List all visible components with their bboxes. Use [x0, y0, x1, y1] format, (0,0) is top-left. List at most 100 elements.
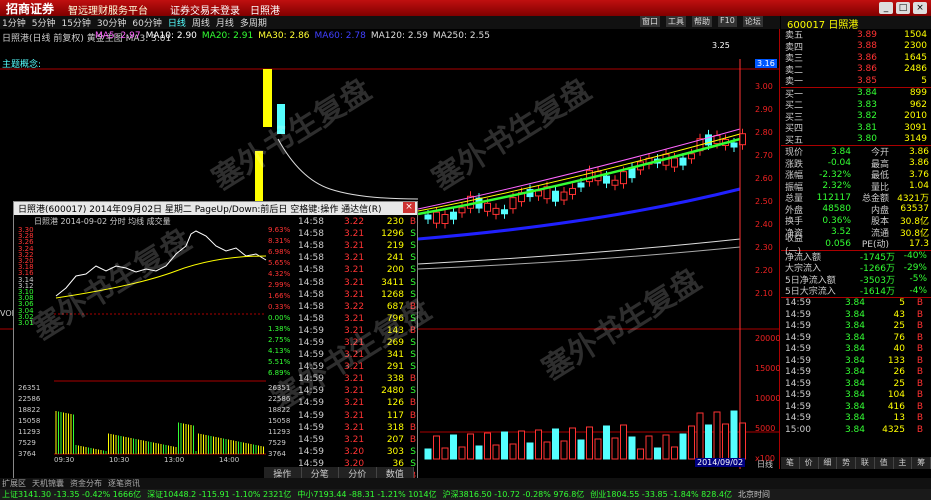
trade-time: 14:58 [298, 217, 324, 228]
stat-value: 30.8亿 [899, 228, 929, 239]
vol-bar [577, 439, 585, 460]
intraday-vol-tick: 18822 [18, 406, 41, 414]
period-3[interactable]: 30分钟 [97, 16, 126, 29]
stat-value: 3.76 [908, 169, 929, 180]
trade-vol: 200 [386, 265, 404, 276]
tick-price: 3.84 [844, 390, 865, 401]
status-tab-1[interactable]: 天机锦囊 [32, 478, 64, 489]
status-tab-3[interactable]: 逐笔资讯 [108, 478, 140, 489]
status-tab-0[interactable]: 扩展区 [2, 478, 26, 489]
quote-tab-5[interactable]: 值 [874, 457, 894, 469]
period-8[interactable]: 多周期 [240, 16, 267, 29]
stat-value: 3.52 [830, 227, 851, 238]
toolbar-btn-3[interactable]: F10 [718, 16, 737, 27]
index-item[interactable]: 创业1804.55 -33.85 -1.84% 828.4亿 [590, 489, 732, 500]
price-tick: 2.80 [755, 128, 773, 137]
index-item[interactable]: 深证10448.2 -115.91 -1.10% 2321亿 [147, 489, 291, 500]
ma5-line [417, 128, 741, 210]
ask-vol: 5 [921, 75, 927, 86]
toolbar-btn-2[interactable]: 帮助 [692, 16, 712, 27]
index-item[interactable]: 沪深3816.50 -10.72 -0.28% 976.8亿 [443, 489, 585, 500]
tick-vol: 76 [893, 332, 905, 343]
tick-time: 14:59 [785, 401, 811, 412]
quote-tab-3[interactable]: 势 [837, 457, 856, 469]
tick-row: 14:59 3.84 133 B [781, 355, 931, 367]
candle [450, 211, 457, 220]
quote-tab-6[interactable]: 主 [893, 457, 913, 469]
tick-row: 14:59 3.84 76 B [781, 332, 931, 344]
trade-dir: S [410, 350, 416, 361]
period-1[interactable]: 5分钟 [32, 16, 56, 29]
vol-bar [424, 448, 432, 460]
bid-row[interactable]: 买五 3.80 3149 [781, 134, 931, 146]
period-2[interactable]: 15分钟 [61, 16, 90, 29]
quote-tab-4[interactable]: 联 [856, 457, 875, 469]
ask-row[interactable]: 卖一 3.85 5 [781, 75, 931, 88]
date-label: 2014/09/02 [695, 458, 746, 467]
bid-price: 3.81 [856, 122, 877, 133]
trade-dir: S [410, 386, 416, 397]
index-item[interactable]: 北京时间 [738, 489, 770, 500]
status-bar: 扩展区 天机锦囊 资金分布 逐笔资讯 [0, 478, 931, 489]
menu-trade-login[interactable]: 证券交易未登录 [170, 2, 240, 17]
maximize-icon[interactable]: □ [896, 2, 910, 14]
quote-tab-7[interactable]: 筹 [912, 457, 931, 469]
quote-title: 600017 日照港 [781, 16, 931, 31]
intraday-vol-tick: 22586 [18, 395, 41, 403]
trade-price: 3.21 [344, 253, 365, 264]
trade-price: 3.21 [344, 241, 365, 252]
price-tick: 2.90 [755, 105, 773, 114]
vol-bar [594, 438, 602, 460]
quote-tab-1[interactable]: 价 [799, 457, 819, 469]
vol-bar [526, 442, 534, 460]
intraday-popup[interactable]: 日照港(600017) 2014年09月02日 星期二 PageUp/Down:… [13, 201, 418, 481]
tick-time: 14:59 [785, 344, 811, 355]
toolbar-btn-1[interactable]: 工具 [666, 16, 686, 27]
trade-row: 14:59 3.21 338 B [298, 373, 416, 385]
vol-bar [637, 448, 644, 460]
trade-row: 14:58 3.21 219 S [298, 240, 416, 252]
popup-close-icon[interactable]: × [403, 202, 415, 213]
trade-vol: 1296 [381, 229, 404, 240]
index-item[interactable]: 上证3141.30 -13.35 -0.42% 1666亿 [2, 489, 141, 500]
close-icon[interactable]: × [913, 2, 927, 14]
stat-value: 63537 [900, 204, 929, 215]
intraday-vol-tick-right: 11293 [268, 428, 291, 436]
period-5[interactable]: 日线 [168, 16, 186, 29]
status-tab-2[interactable]: 资金分布 [70, 478, 102, 489]
ask-price: 3.85 [856, 75, 877, 86]
quote-tab-0[interactable]: 笔 [781, 457, 800, 469]
stat-value: 3.86 [908, 158, 929, 169]
period-7[interactable]: 月线 [216, 16, 234, 29]
toolbar-btn-0[interactable]: 窗口 [640, 16, 660, 27]
indicator-tab[interactable]: 日线 [757, 459, 773, 470]
ma60-line [417, 187, 741, 241]
candle [484, 202, 491, 212]
candle [611, 179, 619, 186]
trade-time: 14:59 [298, 362, 324, 373]
vol-bar [475, 445, 483, 460]
popup-titlebar: 日照港(600017) 2014年09月02日 星期二 PageUp/Down:… [14, 202, 417, 215]
trade-dir: S [410, 337, 416, 348]
index-item[interactable]: 中小7193.44 -88.31 -1.21% 1014亿 [297, 489, 436, 500]
vol-tick: 10000 [755, 394, 781, 403]
vol-bar [679, 433, 687, 460]
minimize-icon[interactable]: _ [879, 2, 893, 14]
toolbar-btn-4[interactable]: 论坛 [742, 16, 763, 27]
period-4[interactable]: 60分钟 [132, 16, 161, 29]
vol-bar [620, 424, 627, 460]
menu-stock-name[interactable]: 日照港 [250, 2, 280, 17]
period-6[interactable]: 周线 [192, 16, 210, 29]
intraday-pct-tick: 4.13% [268, 347, 291, 355]
trade-price: 3.21 [344, 229, 365, 240]
trade-price: 3.21 [344, 337, 365, 348]
vol-bar [569, 427, 576, 460]
bid-price: 3.83 [856, 99, 877, 110]
intraday-vol-tick-right: 18822 [268, 406, 291, 414]
stat-row: 收益(一) 0.056 PE(动) 17.3 [781, 234, 931, 257]
period-0[interactable]: 1分钟 [2, 16, 26, 29]
ma10-line [277, 138, 419, 200]
intraday-vol-tick-right: 26351 [268, 384, 291, 392]
vol-bar [492, 444, 500, 460]
quote-tab-2[interactable]: 细 [818, 457, 838, 469]
